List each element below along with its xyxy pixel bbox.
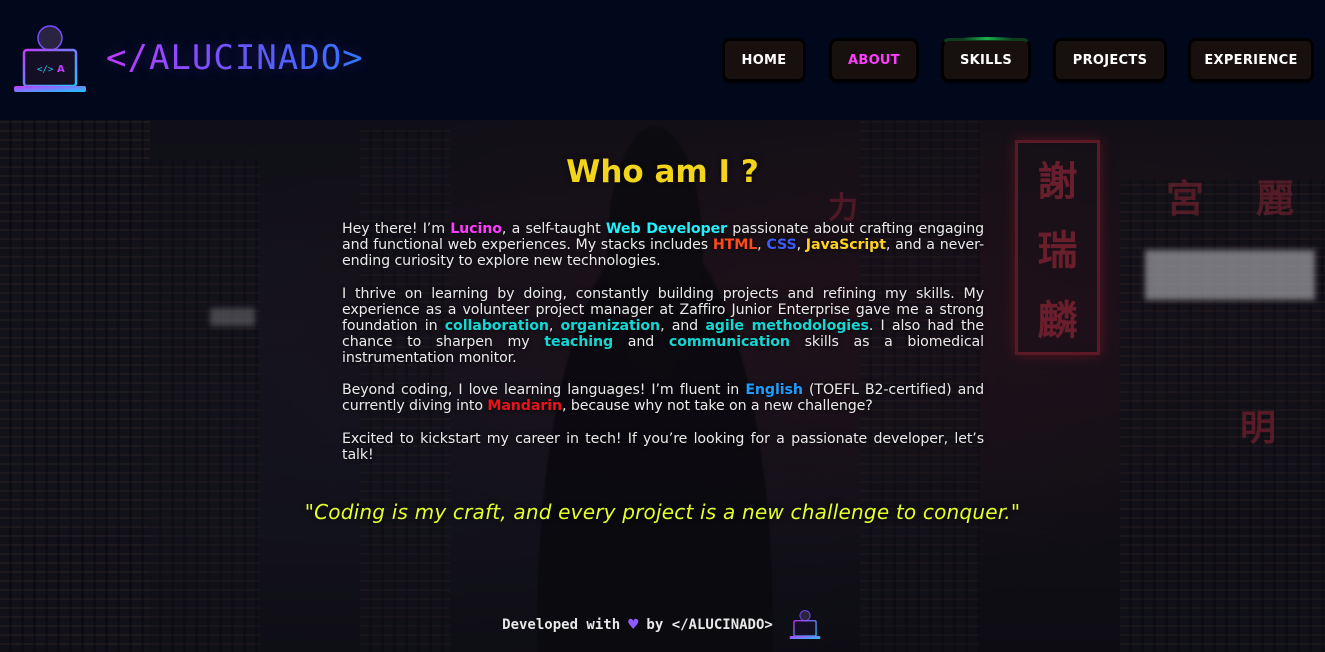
site-footer: Developed with ♥ by </ALUCINADO>	[0, 608, 1325, 642]
stack-javascript: JavaScript	[805, 237, 886, 253]
brand-name[interactable]: </ALUCINADO>	[106, 38, 364, 78]
nav-experience-button[interactable]: EXPERIENCE	[1188, 38, 1314, 82]
language-mandarin: Mandarin	[487, 398, 562, 414]
motto-quote: "Coding is my craft, and every project i…	[304, 500, 1021, 524]
skill-organization: organization	[560, 318, 661, 334]
intro-text-1: Hey there! I’m	[342, 221, 451, 237]
nav-skills-button[interactable]: SKILLS	[941, 37, 1031, 82]
languages-text-3: , because why not take on a new challeng…	[562, 398, 873, 414]
language-english: English	[745, 382, 803, 398]
about-paragraph-languages: Beyond coding, I love learning languages…	[342, 382, 984, 414]
about-paragraph-closing: Excited to kickstart my career in tech! …	[342, 431, 984, 463]
about-paragraph-intro: Hey there! I’m Lucino, a self-taught Web…	[342, 221, 984, 269]
stack-separator-1: ,	[757, 237, 767, 253]
footer-text-after: by </ALUCINADO>	[646, 617, 773, 633]
stack-css: CSS	[766, 237, 797, 253]
skill-agile: agile methodologies	[705, 318, 869, 334]
skill-communication: communication	[668, 334, 790, 350]
svg-text:A: A	[57, 64, 65, 75]
about-paragraph-experience: I thrive on learning by doing, constantl…	[342, 286, 984, 366]
intro-text-2: , a self-taught	[501, 221, 606, 237]
skill-collaboration: collaboration	[444, 318, 549, 334]
about-title: Who am I ?	[566, 154, 759, 190]
role-highlight: Web Developer	[605, 221, 727, 237]
heart-icon: ♥	[628, 615, 639, 635]
languages-text-1: Beyond coding, I love learning languages…	[342, 382, 746, 398]
experience-separator: ,	[548, 318, 561, 334]
skill-teaching: teaching	[544, 334, 614, 350]
footer-logo-icon	[789, 610, 821, 640]
hacker-laptop-logo-icon[interactable]: </> A	[10, 20, 90, 100]
nav-home-button[interactable]: HOME	[722, 38, 806, 82]
svg-text:</>: </>	[37, 65, 54, 75]
nav-projects-button[interactable]: PROJECTS	[1053, 38, 1167, 82]
stack-separator-2: ,	[796, 237, 806, 253]
stack-html: HTML	[712, 237, 758, 253]
footer-text-before: Developed with	[502, 617, 621, 633]
name-highlight: Lucino	[450, 221, 502, 237]
site-header: </> A </ALUCINADO> HOME ABOUT SKILLS PRO…	[0, 0, 1325, 120]
experience-text-4: and	[613, 334, 669, 350]
nav-about-button[interactable]: ABOUT	[829, 38, 919, 82]
experience-text-2: , and	[660, 318, 706, 334]
